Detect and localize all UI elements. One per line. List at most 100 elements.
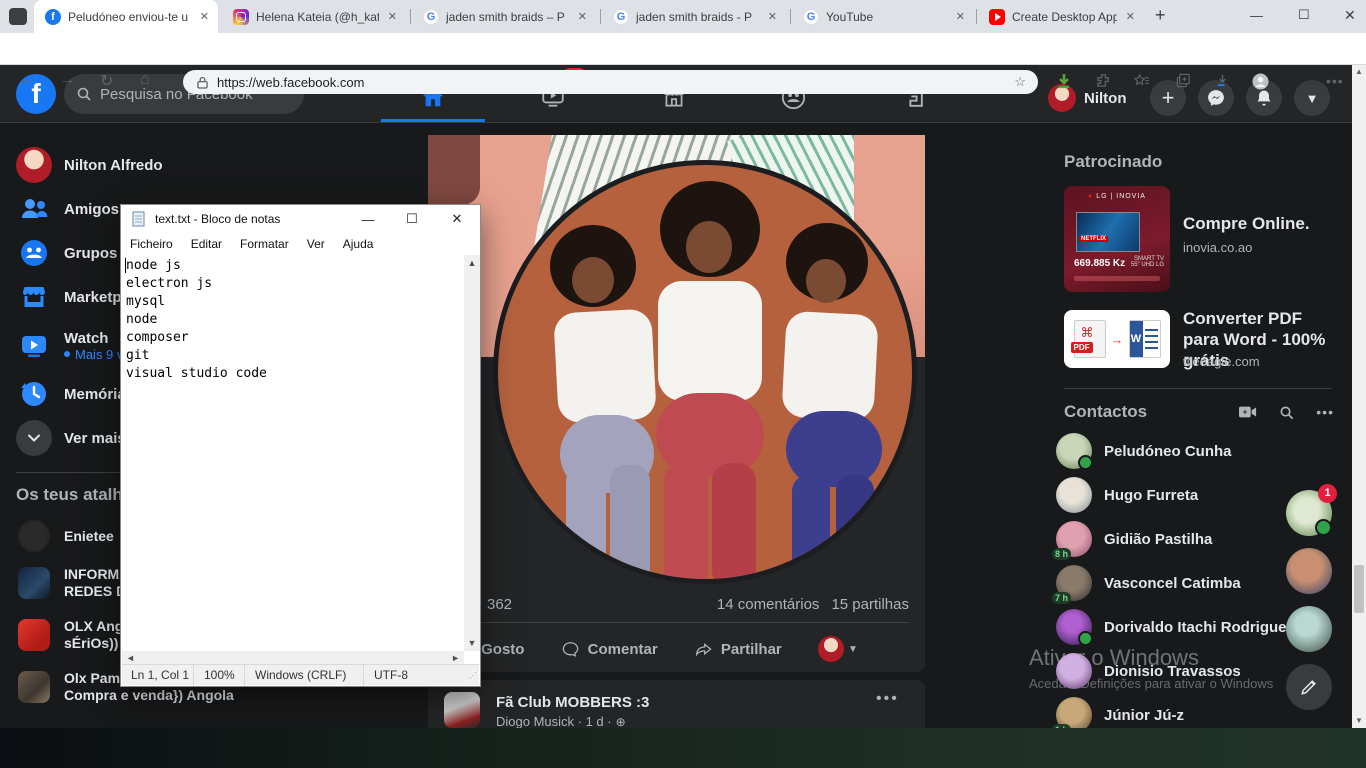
browser-tab[interactable]: G jaden smith braids - P ✕	[602, 0, 786, 33]
horizontal-scrollbar[interactable]: ◄ ►	[122, 651, 464, 665]
marketplace-blue-icon	[16, 279, 52, 315]
instagram-favicon	[233, 9, 249, 25]
chat-head[interactable]	[1286, 548, 1332, 594]
like-count[interactable]: 362	[487, 596, 512, 613]
page-scrollbar[interactable]: ▲ ▼	[1352, 65, 1366, 728]
post-actions: Gosto Comentar Partilhar ▼	[436, 627, 876, 671]
lock-icon	[197, 76, 208, 89]
post-meta: Diogo Musick · 1 d ·	[496, 714, 612, 729]
notepad-menubar: Ficheiro Editar Formatar Ver Ajuda	[121, 233, 480, 255]
collections-icon[interactable]	[1176, 73, 1191, 88]
scroll-down-arrow[interactable]: ▼	[1352, 714, 1366, 728]
sidebar-item-label: Ver mais	[64, 430, 126, 447]
scroll-up-arrow[interactable]: ▲	[1352, 65, 1366, 79]
share-button[interactable]: Partilhar	[694, 631, 782, 667]
comment-count[interactable]: 14 comentários	[717, 596, 820, 613]
menu-ficheiro[interactable]: Ficheiro	[130, 237, 173, 251]
contacts-options-icon[interactable]: •••	[1316, 404, 1334, 420]
browser-tab[interactable]: Helena Kateia (@h_kat ✕	[222, 0, 406, 33]
window-maximize-button[interactable]: ☐	[1298, 7, 1310, 23]
download-complete-icon[interactable]	[1056, 73, 1072, 89]
zoom-level: 100%	[194, 668, 244, 682]
shortcut-thumbnail	[18, 619, 50, 651]
contact-name: Vasconcel Catimba	[1104, 575, 1241, 592]
text-line: mysql	[126, 293, 464, 311]
browser-menu-icon[interactable]: •••	[1326, 73, 1344, 89]
avatar	[818, 636, 844, 662]
tab-title: YouTube	[826, 10, 947, 24]
reload-button[interactable]: ↻	[100, 71, 113, 91]
tab-close-icon[interactable]: ✕	[956, 10, 965, 23]
comment-button[interactable]: Comentar	[561, 631, 658, 667]
tab-close-icon[interactable]: ✕	[1126, 10, 1135, 23]
browser-tab[interactable]: G YouTube ✕	[792, 0, 974, 33]
chat-head[interactable]	[1286, 606, 1332, 652]
sponsored-ad[interactable]: PDF ⌘ → W Converter PDF para Word - 100%…	[1064, 308, 1334, 370]
new-tab-button[interactable]: +	[1155, 5, 1166, 26]
forward-button[interactable]: →	[59, 71, 75, 89]
browser-tab[interactable]: f Peludóneo enviou-te u ✕	[34, 0, 218, 33]
menu-ajuda[interactable]: Ajuda	[343, 237, 374, 251]
home-button[interactable]: ⌂	[140, 71, 150, 89]
back-button[interactable]: ←	[18, 71, 34, 89]
vertical-scrollbar[interactable]: ▲ ▼	[464, 255, 480, 651]
scroll-left-arrow[interactable]: ◄	[122, 653, 135, 663]
new-message-button[interactable]	[1286, 664, 1332, 710]
scrollbar-thumb[interactable]	[1354, 565, 1364, 613]
menu-formatar[interactable]: Formatar	[240, 237, 289, 251]
close-button[interactable]: ✕	[434, 211, 480, 227]
page-avatar[interactable]	[444, 692, 480, 728]
address-bar[interactable]: https://web.facebook.com ☆	[183, 70, 1038, 94]
menu-ver[interactable]: Ver	[307, 237, 325, 251]
favorites-bar-icon[interactable]	[1134, 73, 1150, 88]
tab-close-icon[interactable]: ✕	[388, 10, 397, 23]
sponsored-ad[interactable]: ● LG | INOVIA NETFLIX 669.885 Kz SMART T…	[1064, 186, 1334, 292]
friends-icon	[16, 191, 52, 227]
maximize-button[interactable]: ☐	[390, 211, 434, 227]
resize-grip[interactable]: ⋰	[469, 671, 477, 680]
compose-icon	[1299, 677, 1319, 697]
watch-blue-icon	[16, 328, 52, 364]
google-favicon: G	[803, 9, 819, 25]
minimize-button[interactable]: —	[346, 212, 390, 227]
notepad-text-area[interactable]: node js electron js mysql node composer …	[122, 255, 464, 651]
account-menu-button[interactable]: ▼	[1294, 80, 1330, 116]
shortcut-label: Enietee	[64, 528, 114, 545]
downloads-icon[interactable]	[1215, 73, 1230, 88]
profile-picture-circle[interactable]	[493, 160, 917, 584]
tab-close-icon[interactable]: ✕	[768, 10, 777, 23]
notepad-window[interactable]: text.txt - Bloco de notas — ☐ ✕ Ficheiro…	[120, 204, 481, 687]
chat-head[interactable]: 1	[1286, 490, 1332, 536]
sidebar-item-profile[interactable]: Nilton Alfredo	[8, 143, 352, 187]
comment-as-selector[interactable]: ▼	[818, 636, 858, 662]
encoding: UTF-8	[364, 668, 408, 682]
share-count[interactable]: 15 partilhas	[831, 596, 909, 613]
contact-name: Gidião Pastilha	[1104, 531, 1212, 548]
window-close-button[interactable]: ✕	[1344, 7, 1356, 24]
search-contacts-icon[interactable]	[1279, 405, 1294, 420]
tab-title: jaden smith braids – P	[446, 10, 569, 24]
scroll-right-arrow[interactable]: ►	[451, 653, 464, 663]
menu-editar[interactable]: Editar	[191, 237, 222, 251]
online-dot	[1078, 631, 1093, 646]
last-active-badge: 8 h	[1052, 548, 1071, 560]
tab-search-icon[interactable]	[9, 8, 27, 25]
ad-domain: inovia.co.ao	[1183, 240, 1252, 255]
line-ending: Windows (CRLF)	[245, 668, 363, 682]
tab-close-icon[interactable]: ✕	[200, 10, 209, 23]
new-room-icon[interactable]: +	[1239, 405, 1257, 419]
scroll-down-arrow[interactable]: ▼	[464, 635, 480, 651]
favorite-star-icon[interactable]: ☆	[1014, 74, 1026, 90]
scroll-up-arrow[interactable]: ▲	[464, 255, 480, 271]
browser-tab[interactable]: G jaden smith braids – P ✕	[412, 0, 596, 33]
post-options-button[interactable]: •••	[876, 690, 899, 708]
tab-close-icon[interactable]: ✕	[578, 10, 587, 23]
browser-tab[interactable]: Create Desktop Applic ✕	[978, 0, 1144, 33]
notepad-titlebar[interactable]: text.txt - Bloco de notas — ☐ ✕	[121, 205, 480, 233]
browser-profile-icon[interactable]	[1252, 73, 1269, 90]
extensions-icon[interactable]	[1096, 73, 1111, 88]
post-page-name[interactable]: Fã Club MOBBERS :3	[496, 694, 649, 711]
window-minimize-button[interactable]: —	[1250, 8, 1263, 23]
contact-row[interactable]: Peludóneo Cunha	[1048, 429, 1340, 473]
divider	[444, 622, 909, 623]
